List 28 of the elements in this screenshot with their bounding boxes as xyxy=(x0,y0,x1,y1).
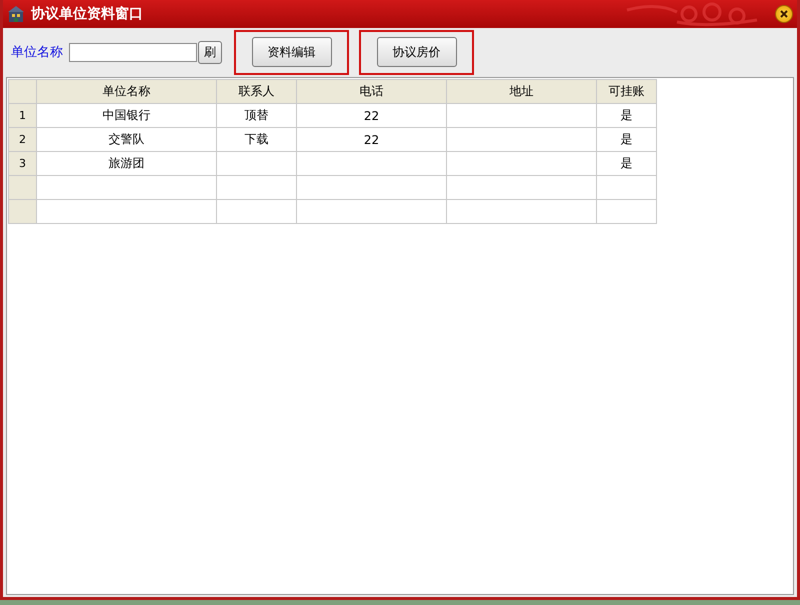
table-cell: 是 xyxy=(596,152,656,176)
column-header: 单位名称 xyxy=(36,80,216,104)
column-header: 地址 xyxy=(446,80,596,104)
field-label: 单位名称 xyxy=(11,44,63,61)
table-cell: 22 xyxy=(296,128,446,152)
table-cell: 是 xyxy=(596,104,656,128)
table-cell: 下载 xyxy=(216,128,296,152)
table-cell: 是 xyxy=(596,128,656,152)
row-number: 3 xyxy=(8,152,36,176)
corner-cell xyxy=(8,80,36,104)
window-title: 协议单位资料窗口 xyxy=(31,5,143,23)
unit-name-field[interactable] xyxy=(69,42,197,62)
toolbar-button[interactable]: 协议房价 xyxy=(376,37,456,67)
row-number: 2 xyxy=(8,128,36,152)
column-header: 可挂账 xyxy=(596,80,656,104)
table-cell: 22 xyxy=(296,104,446,128)
column-header: 电话 xyxy=(296,80,446,104)
table-cell: 中国银行 xyxy=(36,104,216,128)
building-icon xyxy=(7,5,25,23)
table-cell: 交警队 xyxy=(36,128,216,152)
toolbar-button[interactable]: 资料编辑 xyxy=(252,37,332,67)
column-header: 联系人 xyxy=(216,80,296,104)
table-cell: 旅游团 xyxy=(36,152,216,176)
close-icon xyxy=(779,9,789,19)
refresh-button[interactable]: 刷 xyxy=(198,40,222,64)
close-button[interactable] xyxy=(775,5,793,23)
table-cell: 顶替 xyxy=(216,104,296,128)
row-number: 1 xyxy=(8,104,36,128)
